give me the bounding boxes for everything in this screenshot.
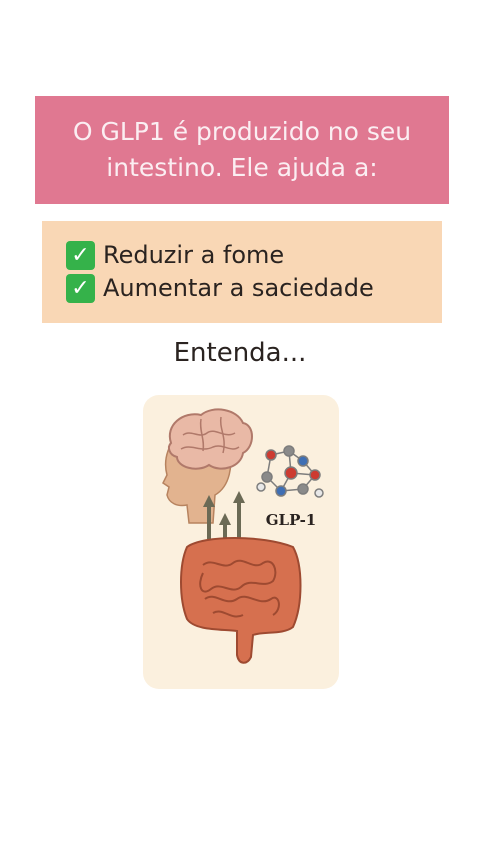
intro-line-2: intestino. Ele ajuda a: <box>106 153 378 182</box>
gut-brain-illustration: GLP-1 <box>143 395 339 689</box>
benefit-label: Reduzir a fome <box>103 241 285 269</box>
benefits-box: ✓ Reduzir a fome ✓ Aumentar a saciedade <box>42 221 442 323</box>
intro-line-1: O GLP1 é produzido no seu <box>72 117 412 146</box>
intro-banner: O GLP1 é produzido no seu intestino. Ele… <box>35 96 449 204</box>
benefit-item: ✓ Aumentar a saciedade <box>66 272 442 305</box>
brain-icon <box>168 408 253 470</box>
arrow-up-icon <box>203 491 245 541</box>
intestine-icon <box>180 537 302 664</box>
section-heading: Entenda... <box>173 338 307 368</box>
check-mark-icon: ✓ <box>66 241 95 270</box>
molecule-icon <box>256 445 324 498</box>
benefit-item: ✓ Reduzir a fome <box>66 239 442 272</box>
molecule-label: GLP-1 <box>266 511 316 529</box>
benefit-label: Aumentar a saciedade <box>103 274 374 302</box>
check-mark-icon: ✓ <box>66 274 95 303</box>
